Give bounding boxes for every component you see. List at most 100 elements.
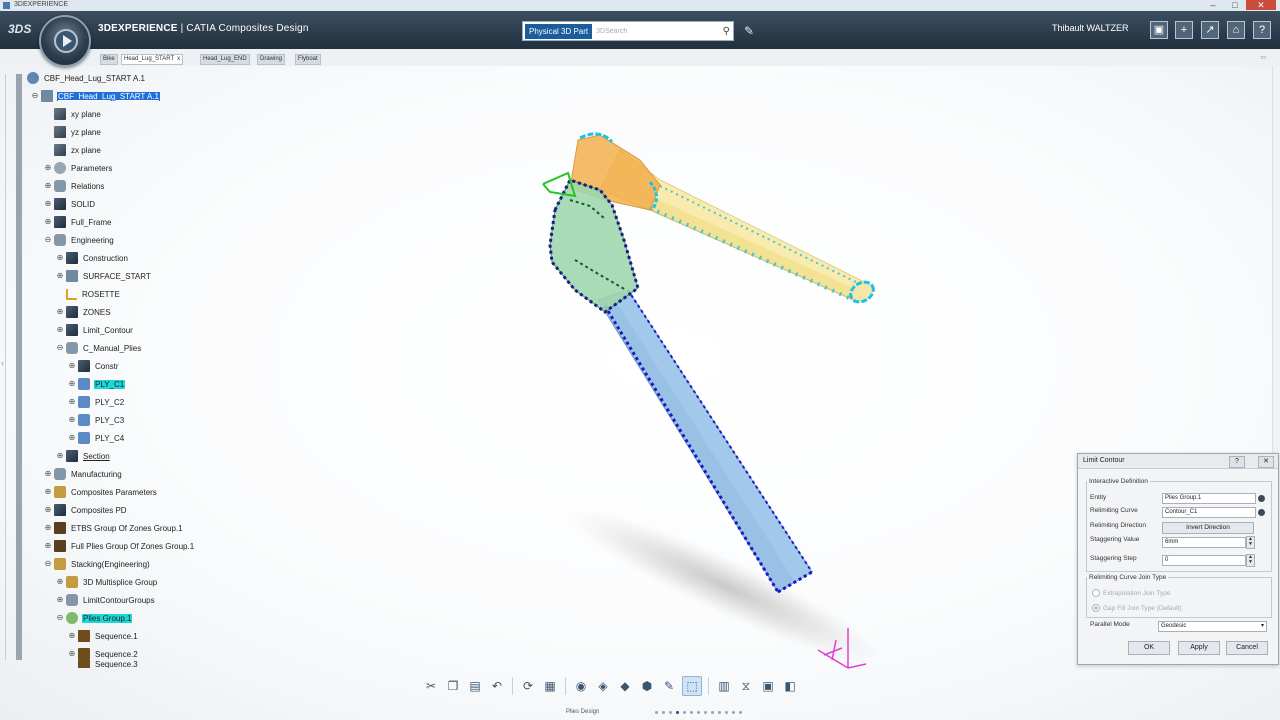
collapse-icon[interactable]: ⊖ xyxy=(44,560,52,568)
tabs-menu-icon[interactable]: ▭ xyxy=(1260,54,1266,61)
tree-node-root[interactable]: CBF_Head_Lug_START A.1 xyxy=(27,70,146,86)
tree-node-3d-multisplice[interactable]: ⊕ 3D Multisplice Group xyxy=(56,574,158,590)
relimiting-curve-field[interactable]: Contour_C1 xyxy=(1162,507,1256,518)
sequence-icon[interactable]: ⬢ xyxy=(638,677,656,695)
ply-group-icon[interactable]: ◉ xyxy=(572,677,590,695)
tab-head-lug-start[interactable]: Head_Lug_START x xyxy=(121,54,184,65)
gap-fill-join-radio[interactable]: Gap Fill Join Type (Default) xyxy=(1092,604,1182,612)
tree-node-rosette[interactable]: ROSETTE xyxy=(56,286,121,302)
close-tab-icon[interactable]: x xyxy=(177,56,180,62)
tree-node-sequence-1[interactable]: ⊕ Sequence.1 xyxy=(68,628,139,644)
expand-icon[interactable]: ⊕ xyxy=(44,182,52,190)
entity-field[interactable]: Plies Group.1 xyxy=(1162,493,1256,504)
tree-node-ply-c2[interactable]: ⊕ PLY_C2 xyxy=(68,394,125,410)
invert-direction-button[interactable]: Invert Direction xyxy=(1162,522,1254,534)
help-icon[interactable]: ? xyxy=(1253,21,1271,39)
tree-node-part[interactable]: ⊖ CBF_Head_Lug_START A.1 xyxy=(31,88,160,104)
cancel-button[interactable]: Cancel xyxy=(1226,641,1268,655)
tab-flyboat[interactable]: Flyboat xyxy=(295,54,321,65)
tree-node-zx-plane[interactable]: zx plane xyxy=(44,142,102,158)
minimize-button[interactable]: – xyxy=(1202,0,1224,10)
staggering-step-spinner[interactable]: ▲ ▼ xyxy=(1246,554,1255,567)
tree-node-plies-group-1[interactable]: ⊖ Plies Group.1 xyxy=(56,610,133,626)
symmetry-icon[interactable]: ⧖ xyxy=(737,677,755,695)
expand-icon[interactable]: ⊕ xyxy=(44,488,52,496)
tab-bike[interactable]: Bike xyxy=(100,54,118,65)
avatar-icon[interactable]: ▣ xyxy=(1150,21,1168,39)
expand-icon[interactable]: ⊕ xyxy=(68,416,76,424)
parallel-mode-select[interactable]: Geodesic ▾ xyxy=(1158,621,1267,632)
tree-node-c-manual-plies[interactable]: ⊖ C_Manual_Plies xyxy=(56,340,142,356)
search-bar[interactable]: Physical 3D Part 3DSearch ⚲ xyxy=(522,21,734,41)
tree-node-composites-parameters[interactable]: ⊕ Composites Parameters xyxy=(44,484,158,500)
expand-icon[interactable]: ⊕ xyxy=(44,164,52,172)
expand-icon[interactable]: ⊕ xyxy=(44,524,52,532)
extrapolation-join-radio[interactable]: Extrapolation Join Type xyxy=(1092,589,1170,597)
cut-piece-icon[interactable]: ▣ xyxy=(759,677,777,695)
compass-icon[interactable] xyxy=(39,15,91,67)
core-icon[interactable]: ▥ xyxy=(715,677,733,695)
add-icon[interactable]: + xyxy=(1175,21,1193,39)
staggering-value-field[interactable]: 6mm xyxy=(1162,537,1246,548)
collapse-icon[interactable]: ⊖ xyxy=(56,614,64,622)
table-icon[interactable]: ▦ xyxy=(541,677,559,695)
tree-node-surface-start[interactable]: ⊕ SURFACE_START xyxy=(56,268,152,284)
tree-node-ply-c3[interactable]: ⊕ PLY_C3 xyxy=(68,412,125,428)
tree-node-manufacturing[interactable]: ⊕ Manufacturing xyxy=(44,466,123,482)
expand-icon[interactable]: ⊕ xyxy=(68,362,76,370)
dialog-help-button[interactable]: ? xyxy=(1229,456,1245,468)
update-icon[interactable]: ⟳ xyxy=(519,677,537,695)
tree-node-etbs-group[interactable]: ⊕ ETBS Group Of Zones Group.1 xyxy=(44,520,184,536)
expand-icon[interactable]: ⊕ xyxy=(68,398,76,406)
pick-curve-icon[interactable] xyxy=(1258,509,1265,516)
dialog-close-button[interactable]: ✕ xyxy=(1258,456,1274,468)
collapse-icon[interactable]: ⊖ xyxy=(44,236,52,244)
tree-node-sequence-3[interactable]: Sequence.3 xyxy=(68,660,139,668)
tag-icon[interactable]: ✎ xyxy=(744,24,754,38)
tree-node-xy-plane[interactable]: xy plane xyxy=(44,106,102,122)
search-icon[interactable]: ⚲ xyxy=(723,26,730,37)
tree-node-relations[interactable]: ⊕ Relations xyxy=(44,178,105,194)
tree-node-parameters[interactable]: ⊕ Parameters xyxy=(44,160,113,176)
tree-node-engineering[interactable]: ⊖ Engineering xyxy=(44,232,115,248)
play-icon[interactable] xyxy=(54,29,78,53)
tab-head-lug-end[interactable]: Head_Lug_END xyxy=(200,54,250,65)
expand-icon[interactable]: ⊕ xyxy=(56,596,64,604)
expand-icon[interactable]: ⊕ xyxy=(56,254,64,262)
search-input[interactable]: 3DSearch xyxy=(596,28,723,35)
tree-node-constr[interactable]: ⊕ Constr xyxy=(68,358,120,374)
copy-icon[interactable]: ❐ xyxy=(444,677,462,695)
tree-node-section[interactable]: ⊕ Section xyxy=(56,448,111,464)
tree-node-construction[interactable]: ⊕ Construction xyxy=(56,250,129,266)
expand-icon[interactable]: ⊕ xyxy=(56,272,64,280)
section-pager[interactable] xyxy=(655,711,746,714)
tree-node-ply-c1[interactable]: ⊕ PLY_C1 xyxy=(68,376,126,392)
pick-entity-icon[interactable] xyxy=(1258,495,1265,502)
search-scope-dropdown[interactable]: Physical 3D Part xyxy=(525,23,593,39)
undo-icon[interactable]: ↶ xyxy=(488,677,506,695)
maximize-button[interactable]: □ xyxy=(1224,0,1246,10)
staggering-icon[interactable]: ⬚ xyxy=(682,676,702,696)
expand-icon[interactable]: ⊕ xyxy=(68,434,76,442)
expand-icon[interactable]: ⊕ xyxy=(44,506,52,514)
tree-node-composites-pd[interactable]: ⊕ Composites PD xyxy=(44,502,128,518)
expand-icon[interactable]: ⊕ xyxy=(44,200,52,208)
tab-drawing[interactable]: Drawing xyxy=(257,54,286,65)
expand-icon[interactable]: ⊕ xyxy=(56,308,64,316)
paste-icon[interactable]: ▤ xyxy=(466,677,484,695)
home-icon[interactable]: ⌂ xyxy=(1227,21,1245,39)
tree-node-yz-plane[interactable]: yz plane xyxy=(44,124,102,140)
flatten-icon[interactable]: ◧ xyxy=(781,677,799,695)
apply-button[interactable]: Apply xyxy=(1178,641,1220,655)
expand-icon[interactable]: ⊕ xyxy=(68,650,76,658)
expand-icon[interactable]: ⊕ xyxy=(68,632,76,640)
expand-icon[interactable]: ⊕ xyxy=(44,470,52,478)
tree-node-limit-contour[interactable]: ⊕ Limit_Contour xyxy=(56,322,134,338)
ok-button[interactable]: OK xyxy=(1128,641,1170,655)
share-icon[interactable]: ↗ xyxy=(1201,21,1219,39)
expand-icon[interactable]: ⊕ xyxy=(68,380,76,388)
manual-ply-icon[interactable]: ◈ xyxy=(594,677,612,695)
limit-contour-tool-icon[interactable]: ✎ xyxy=(660,677,678,695)
close-button[interactable]: ✕ xyxy=(1246,0,1276,10)
tree-node-limit-contour-groups[interactable]: ⊕ LimitContourGroups xyxy=(56,592,156,608)
